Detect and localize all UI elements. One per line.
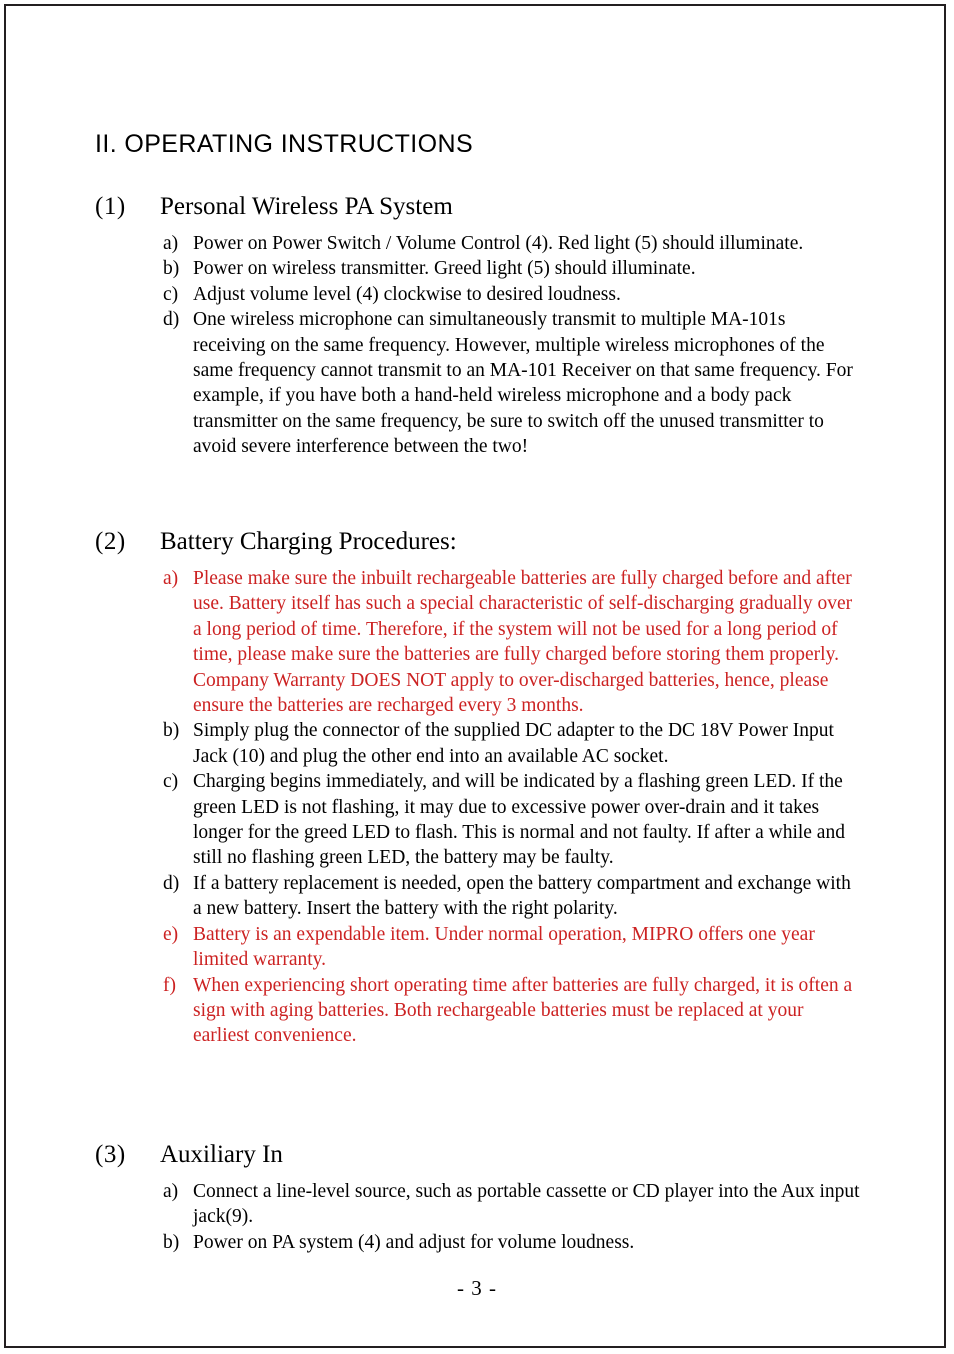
list-item-text: When experiencing short operating time a… [193,974,853,1047]
list-item-marker: a) [163,1181,179,1202]
list-item-marker: c) [163,771,179,793]
list-item-text: One wireless microphone can simultaneous… [193,309,853,458]
section-number: (3) [95,1141,126,1168]
list-item: b) Power on wireless transmitter. Greed … [95,256,954,281]
list-item-text: Battery is an expendable item. Under nor… [193,923,815,971]
page-number: - 3 - [457,1276,497,1300]
list-item-marker: b) [163,720,180,742]
list-item: a) Connect a line-level source, such as … [95,1179,954,1230]
section-title: Auxiliary In [160,1141,283,1168]
list-item: b) Power on PA system (4) and adjust for… [95,1230,954,1255]
section-heading: (3) Auxiliary In [95,1140,954,1170]
list-item-text: Power on PA system (4) and adjust for vo… [193,1231,635,1253]
list-item-text: Connect a line-level source, such as por… [193,1181,860,1228]
list-item-text: Please make sure the inbuilt rechargeabl… [193,568,853,717]
list-item-text: Simply plug the connector of the supplie… [193,720,834,767]
section-auxiliary-in: (3) Auxiliary In a) Connect a line-level … [0,1140,954,1255]
section-number: (2) [95,528,126,555]
page-title: II. OPERATING INSTRUCTIONS [95,130,474,158]
list-item-marker: d) [163,309,180,331]
list-item-marker: b) [163,1231,180,1253]
section-heading: (2) Battery Charging Procedures: [95,527,954,557]
list-item-marker: f) [163,974,176,996]
list-item: d) If a battery replacement is needed, o… [95,871,954,922]
section-title: Battery Charging Procedures: [160,528,457,555]
list-item: c) Adjust volume level (4) clockwise to … [95,282,954,307]
section-battery-charging-procedures: (2) Battery Charging Procedures: a) Pleas… [0,527,954,1049]
list-item-text: If a battery replacement is needed, open… [193,872,851,920]
section-title: Personal Wireless PA System [160,193,453,220]
list-item-text: Power on wireless transmitter. Greed lig… [193,258,696,280]
list-item-text: Power on Power Switch / Volume Control (… [193,233,804,254]
list-item: d) One wireless microphone can simultane… [95,307,954,459]
list-item-marker: e) [163,923,179,945]
section-number: (1) [95,193,126,220]
list-item-marker: a) [163,233,179,254]
list-item-marker: c) [163,283,179,305]
section-heading: (1) Personal Wireless PA System [95,192,954,222]
list-item: f) When experiencing short operating tim… [95,973,954,1049]
list-item-marker: a) [163,568,179,589]
list-item: e) Battery is an expendable item. Under … [95,922,954,973]
instruction-list: a) Connect a line-level source, such as … [95,1179,954,1255]
instruction-list: a) Please make sure the inbuilt recharge… [95,566,954,1049]
list-item-text: Adjust volume level (4) clockwise to des… [193,283,621,305]
list-item: a) Please make sure the inbuilt recharge… [95,566,954,718]
section-personal-wireless-pa-system: (1) Personal Wireless PA System a) Power … [0,192,954,460]
list-item-text: Charging begins immediately, and will be… [193,771,845,869]
instruction-list: a) Power on Power Switch / Volume Contro… [95,231,954,460]
list-item: a) Power on Power Switch / Volume Contro… [95,231,954,256]
list-item-marker: d) [163,872,180,894]
list-item-marker: b) [163,258,180,280]
list-item: b) Simply plug the connector of the supp… [95,718,954,769]
list-item: c) Charging begins immediately, and will… [95,769,954,871]
document-page: II. OPERATING INSTRUCTIONS (1) Personal W… [0,0,954,1354]
